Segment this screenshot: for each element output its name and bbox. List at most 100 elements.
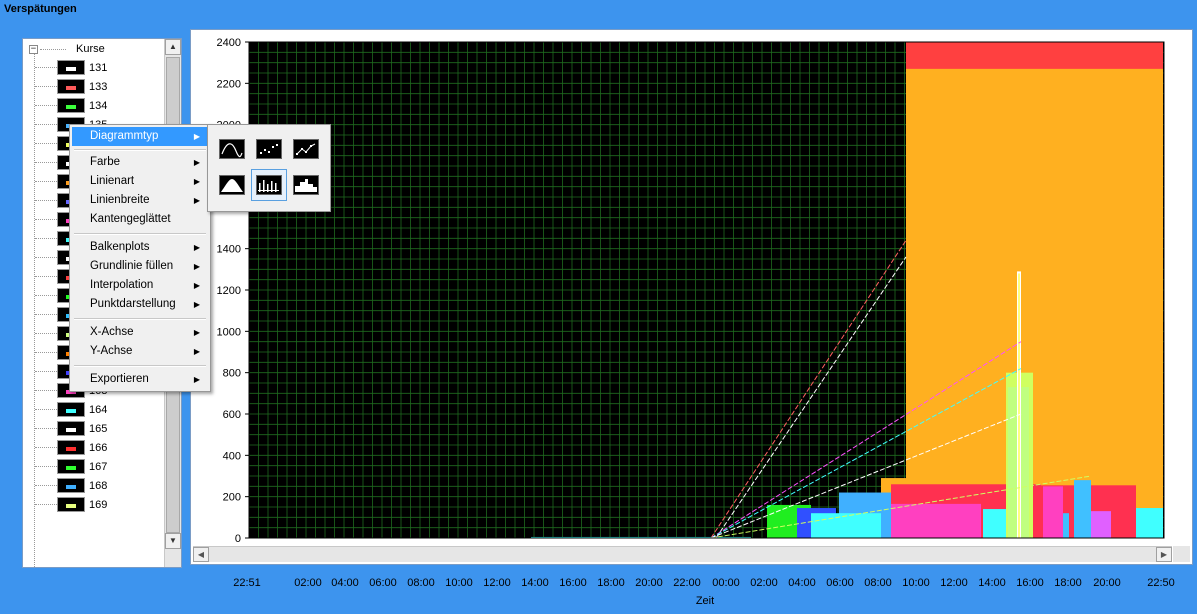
x-tick-label: 12:00 xyxy=(483,577,511,589)
submenu-arrow-icon: ▶ xyxy=(193,196,200,205)
menu-separator xyxy=(74,233,206,235)
tree-connector xyxy=(35,295,57,296)
tree-connector xyxy=(35,143,57,144)
scroll-left-button[interactable]: ◀ xyxy=(193,547,209,562)
submenu-arrow-icon: ▶ xyxy=(193,132,200,141)
tree-connector xyxy=(35,333,57,334)
chart-type-submenu[interactable] xyxy=(207,124,331,212)
menu-item-grundlinie-füllen[interactable]: Grundlinie füllen ▶ xyxy=(72,257,208,276)
line-points-plot-icon[interactable] xyxy=(291,135,321,163)
menu-item-label: Balkenplots xyxy=(90,241,150,253)
x-tick-label: 02:00 xyxy=(294,577,322,589)
tree-item-label: 131 xyxy=(89,61,108,74)
tree-connector xyxy=(35,371,57,372)
tree-item-label: 169 xyxy=(89,498,108,511)
tree-item[interactable]: 166 xyxy=(23,438,165,457)
submenu-arrow-icon: ▶ xyxy=(193,158,200,167)
tree-item-label: 165 xyxy=(89,422,108,435)
y-tick-label: 600 xyxy=(223,409,241,421)
tree-root[interactable]: − Kurse xyxy=(29,41,105,57)
x-tick-label: 06:00 xyxy=(369,577,397,589)
plot-legend-icon xyxy=(57,478,85,493)
menu-item-punktdarstellung[interactable]: Punktdarstellung ▶ xyxy=(72,295,208,314)
tree-item[interactable]: 167 xyxy=(23,457,165,476)
collapse-icon[interactable]: − xyxy=(29,44,38,54)
y-tick-label: 0 xyxy=(235,533,241,545)
submenu-arrow-icon: ▶ xyxy=(193,243,200,252)
bar xyxy=(1043,486,1063,538)
submenu-arrow-icon: ▶ xyxy=(193,300,200,309)
delay-chart[interactable]: 0200400600800100012001400200022002400 xyxy=(191,30,1194,550)
submenu-arrow-icon: ▶ xyxy=(193,347,200,356)
x-tick-label: 12:00 xyxy=(940,577,968,589)
y-tick-label: 200 xyxy=(223,492,241,504)
tree-item[interactable]: 168 xyxy=(23,476,165,495)
plot-legend-icon xyxy=(57,459,85,474)
tree-item[interactable]: 134 xyxy=(23,96,165,115)
tree-connector xyxy=(35,485,57,486)
x-tick-label: 02:00 xyxy=(750,577,778,589)
step-plot-icon[interactable] xyxy=(291,171,321,199)
scroll-down-button[interactable]: ▼ xyxy=(165,533,181,549)
filled-plot-icon[interactable] xyxy=(217,171,247,199)
tree-connector xyxy=(35,124,57,125)
menu-item-label: Exportieren xyxy=(90,373,149,385)
plot-legend-icon xyxy=(57,60,85,75)
submenu-arrow-icon: ▶ xyxy=(193,262,200,271)
tree-connector xyxy=(40,48,66,50)
x-axis-title: Zeit xyxy=(696,595,714,607)
menu-item-interpolation[interactable]: Interpolation ▶ xyxy=(72,276,208,295)
menu-item-balkenplots[interactable]: Balkenplots ▶ xyxy=(72,238,208,257)
menu-item-diagrammtyp[interactable]: Diagrammtyp ▶ xyxy=(72,127,208,146)
bar xyxy=(983,509,1006,538)
menu-item-y-achse[interactable]: Y-Achse ▶ xyxy=(72,342,208,361)
tree-connector xyxy=(35,352,57,353)
menu-item-label: Grundlinie füllen xyxy=(90,260,174,272)
tree-connector xyxy=(35,162,57,163)
scatter-plot-icon[interactable] xyxy=(254,135,284,163)
x-tick-label: 22:51 xyxy=(233,577,261,589)
scroll-right-button[interactable]: ▶ xyxy=(1156,547,1172,562)
bar xyxy=(1074,480,1091,538)
menu-item-label: Kantengeglättet xyxy=(90,213,171,225)
x-tick-label: 16:00 xyxy=(559,577,587,589)
x-tick-label: 10:00 xyxy=(445,577,473,589)
menu-item-label: Diagrammtyp xyxy=(90,130,159,142)
menu-item-linienart[interactable]: Linienart ▶ xyxy=(72,172,208,191)
tree-connector xyxy=(35,428,57,429)
tree-item-label: 134 xyxy=(89,99,108,112)
tree-connector xyxy=(35,257,57,258)
tree-connector xyxy=(35,504,57,505)
bar-plot-icon[interactable] xyxy=(251,169,287,201)
context-menu[interactable]: Diagrammtyp ▶ Farbe ▶ Linienart ▶ Linienbreite… xyxy=(69,124,211,392)
tree-item[interactable]: 164 xyxy=(23,400,165,419)
tree-item[interactable]: 165 xyxy=(23,419,165,438)
tree-root-label: Kurse xyxy=(76,43,105,55)
menu-item-x-achse[interactable]: X-Achse ▶ xyxy=(72,323,208,342)
chart-panel[interactable]: 0200400600800100012001400200022002400 ◀ … xyxy=(190,29,1193,565)
chart-horizontal-scrollbar[interactable]: ◀ ▶ xyxy=(193,546,1172,562)
menu-item-farbe[interactable]: Farbe ▶ xyxy=(72,153,208,172)
tree-item[interactable]: 169 xyxy=(23,495,165,514)
bar xyxy=(906,68,1163,538)
x-tick-label: 08:00 xyxy=(407,577,435,589)
submenu-arrow-icon: ▶ xyxy=(193,328,200,337)
bar xyxy=(1091,511,1111,538)
x-tick-label: 18:00 xyxy=(597,577,625,589)
tree-item-label: 168 xyxy=(89,479,108,492)
tree-item[interactable]: 133 xyxy=(23,77,165,96)
menu-item-exportieren[interactable]: Exportieren ▶ xyxy=(72,370,208,389)
tree-item[interactable]: 131 xyxy=(23,58,165,77)
x-tick-label: 00:00 xyxy=(712,577,740,589)
line-plot-icon[interactable] xyxy=(217,135,247,163)
menu-item-label: X-Achse xyxy=(90,326,134,338)
bar xyxy=(1136,508,1163,538)
bar xyxy=(811,513,881,538)
menu-item-linienbreite[interactable]: Linienbreite ▶ xyxy=(72,191,208,210)
window-title: Verspätungen xyxy=(4,3,77,15)
menu-item-kantengeglättet[interactable]: Kantengeglättet xyxy=(72,210,208,229)
tree-connector xyxy=(35,238,57,239)
menu-item-label: Punktdarstellung xyxy=(90,298,176,310)
menu-separator xyxy=(74,149,206,151)
scroll-up-button[interactable]: ▲ xyxy=(165,39,181,55)
